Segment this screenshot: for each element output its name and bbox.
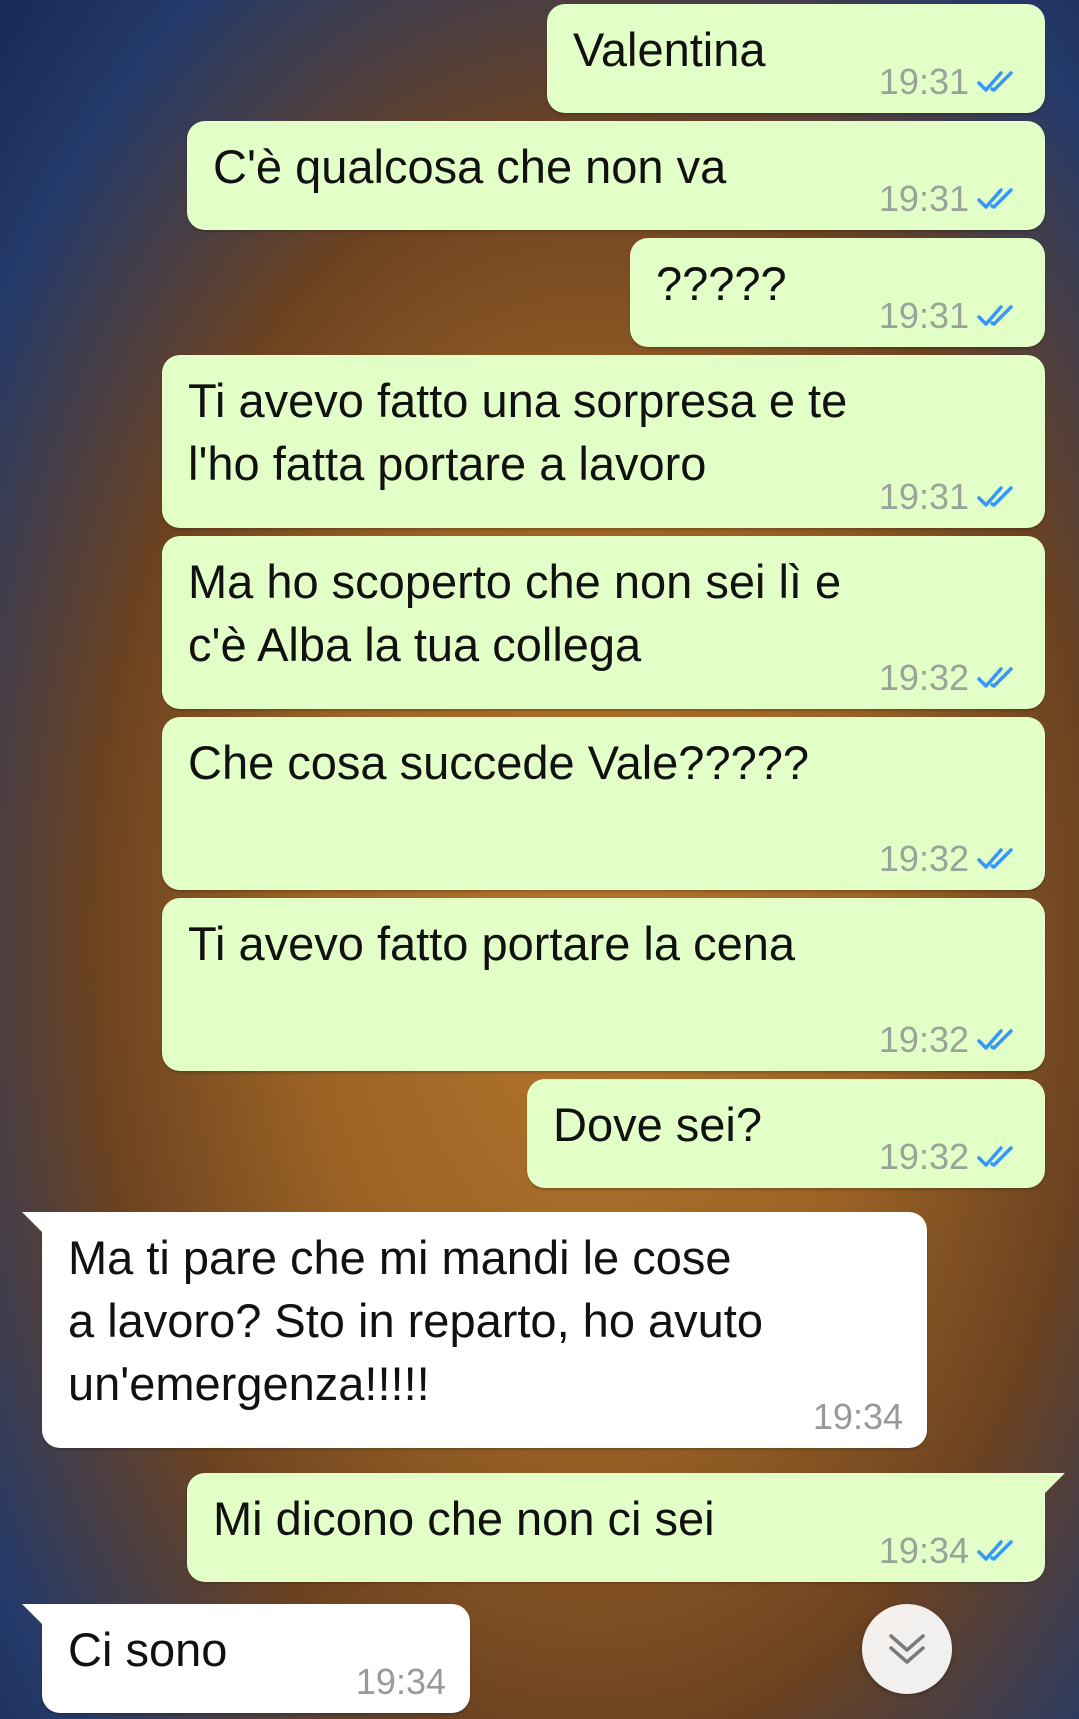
message-time: 19:31	[878, 178, 969, 219]
message-time: 19:31	[878, 295, 969, 336]
message-bubble-incoming[interactable]: Ma ti pare che mi mandi le cose a lavoro…	[22, 1212, 927, 1448]
double-check-icon	[977, 1540, 1013, 1561]
double-check-icon	[977, 667, 1013, 688]
chevron-double-down-icon	[889, 1634, 925, 1664]
message-meta: 19:32	[879, 1136, 1021, 1178]
double-check-icon	[977, 305, 1013, 326]
double-check-icon	[977, 71, 1013, 92]
message-time: 19:32	[878, 1136, 969, 1177]
message-meta: 19:34	[879, 1530, 1021, 1572]
message-meta: 19:34	[356, 1661, 446, 1703]
double-check-icon	[977, 1029, 1013, 1050]
message-bubble-outgoing[interactable]: C'è qualcosa che non va 19:31	[187, 121, 1045, 230]
message-meta: 19:32	[879, 838, 1021, 880]
scroll-to-bottom-button[interactable]	[862, 1604, 952, 1694]
message-meta: 19:32	[879, 657, 1021, 699]
message-bubble-outgoing[interactable]: Ma ho scoperto che non sei lì e c'è Alba…	[162, 536, 1045, 709]
message-meta: 19:31	[879, 61, 1021, 103]
double-check-icon	[977, 848, 1013, 869]
message-time: 19:31	[878, 476, 969, 517]
message-text: Ti avevo fatto portare la cena	[188, 917, 795, 970]
message-bubble-outgoing[interactable]: ????? 19:31	[630, 238, 1045, 347]
message-bubble-outgoing[interactable]: Dove sei? 19:32	[527, 1079, 1045, 1188]
message-meta: 19:31	[879, 295, 1021, 337]
message-time: 19:32	[878, 1019, 969, 1060]
message-bubble-incoming[interactable]: Ci sono 19:34	[22, 1604, 470, 1713]
message-bubble-outgoing[interactable]: Ti avevo fatto una sorpresa e te l'ho fa…	[162, 355, 1045, 528]
message-text: Ma ti pare che mi mandi le cose a lavoro…	[68, 1231, 763, 1410]
message-time: 19:32	[878, 657, 969, 698]
message-meta: 19:31	[879, 476, 1021, 518]
message-time: 19:34	[878, 1530, 969, 1571]
message-time: 19:31	[878, 61, 969, 102]
message-meta: 19:31	[879, 178, 1021, 220]
message-bubble-outgoing[interactable]: Ti avevo fatto portare la cena 19:32	[162, 898, 1045, 1071]
double-check-icon	[977, 1146, 1013, 1167]
message-bubble-outgoing[interactable]: Mi dicono che non ci sei 19:34	[187, 1473, 1065, 1582]
message-time: 19:34	[355, 1661, 446, 1702]
double-check-icon	[977, 486, 1013, 507]
message-time: 19:34	[812, 1396, 903, 1437]
message-text: Che cosa succede Vale?????	[188, 736, 810, 789]
double-check-icon	[977, 188, 1013, 209]
message-bubble-outgoing[interactable]: Valentina 19:31	[547, 4, 1045, 113]
message-meta: 19:32	[879, 1019, 1021, 1061]
message-time: 19:32	[878, 838, 969, 879]
message-meta: 19:34	[813, 1396, 903, 1438]
message-bubble-outgoing[interactable]: Che cosa succede Vale????? 19:32	[162, 717, 1045, 890]
